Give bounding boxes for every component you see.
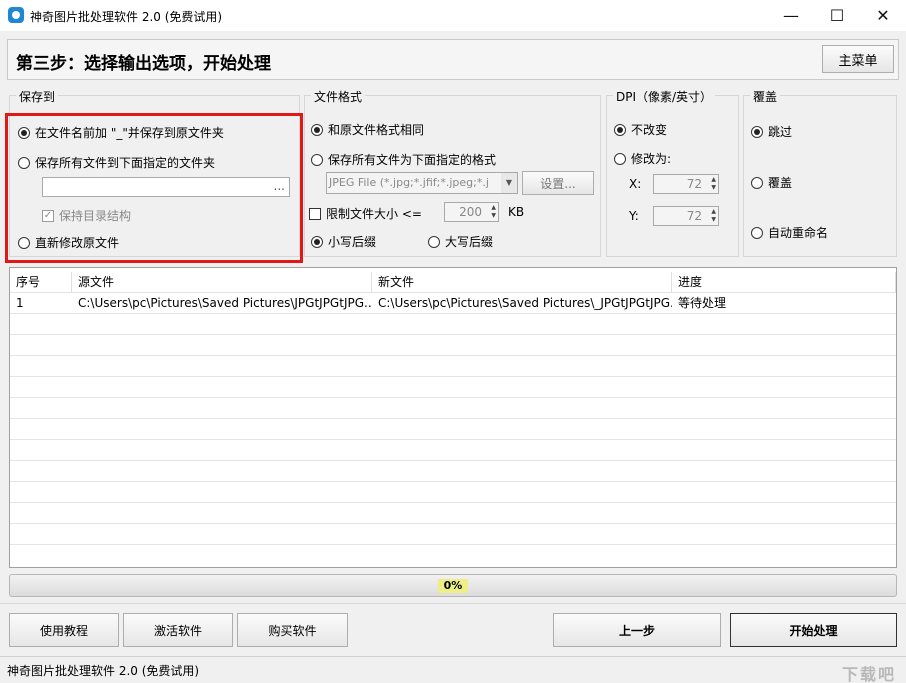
radio-overwrite[interactable]: 覆盖 <box>751 174 792 191</box>
minimize-button[interactable]: — <box>768 0 814 31</box>
check-icon <box>309 207 321 220</box>
radio-icon <box>311 235 323 248</box>
overwrite-label: 覆盖 <box>750 88 781 105</box>
window-title: 神奇图片批处理软件 2.0 (免费试用) <box>30 10 223 24</box>
limit-size-stepper[interactable]: 200 ▲ ▼ <box>444 202 499 222</box>
radio-skip[interactable]: 跳过 <box>751 123 792 140</box>
radio-specified-format[interactable]: 保存所有文件为下面指定的格式 <box>311 151 496 168</box>
app-icon <box>8 7 24 23</box>
radio-icon <box>751 125 763 138</box>
dpi-label: DPI（像素/英寸） <box>613 88 716 105</box>
col-source[interactable]: 源文件 <box>72 272 372 293</box>
radio-lowercase-ext[interactable]: 小写后缀 <box>311 233 376 250</box>
status-text: 神奇图片批处理软件 2.0 (免费试用) <box>7 664 200 678</box>
table-row <box>10 314 896 335</box>
stepper-arrows-icon: ▲ ▼ <box>491 204 496 219</box>
table-row <box>10 335 896 356</box>
radio-uppercase-ext[interactable]: 大写后缀 <box>428 233 493 250</box>
table-row <box>10 398 896 419</box>
tutorial-button[interactable]: 使用教程 <box>9 613 119 647</box>
table-header: 序号 源文件 新文件 进度 <box>10 272 896 293</box>
start-processing-button[interactable]: 开始处理 <box>730 613 897 647</box>
status-bar: 神奇图片批处理软件 2.0 (免费试用) 下载吧 <box>0 656 906 683</box>
table-row <box>10 461 896 482</box>
progress-bar: 0% <box>9 574 897 597</box>
radio-icon <box>751 176 763 189</box>
activate-button[interactable]: 激活软件 <box>123 613 233 647</box>
save-to-label: 保存到 <box>16 88 59 105</box>
table-row <box>10 377 896 398</box>
watermark-logo: 下载吧 <box>841 665 896 683</box>
radio-dpi-change[interactable]: 修改为: <box>614 150 671 167</box>
col-new[interactable]: 新文件 <box>372 272 672 293</box>
table-row <box>10 440 896 461</box>
radio-icon <box>428 235 440 248</box>
page-title: 第三步：选择输出选项，开始处理 <box>16 54 271 74</box>
table-row <box>10 524 896 545</box>
stepper-arrows-icon: ▲ ▼ <box>711 176 716 191</box>
dpi-y-label: Y: <box>629 209 639 223</box>
file-format-label: 文件格式 <box>311 88 366 105</box>
radio-icon <box>614 152 626 165</box>
buy-button[interactable]: 购买软件 <box>237 613 348 647</box>
close-button[interactable]: ✕ <box>860 0 906 31</box>
limit-size-checkbox[interactable]: 限制文件大小 <= <box>309 205 422 222</box>
maximize-button[interactable]: ☐ <box>814 0 860 31</box>
prev-step-button[interactable]: 上一步 <box>553 613 721 647</box>
main-menu-button[interactable]: 主菜单 <box>822 45 894 73</box>
col-index[interactable]: 序号 <box>10 272 72 293</box>
step-header: 第三步：选择输出选项，开始处理 主菜单 <box>7 39 899 80</box>
progress-text: 0% <box>438 579 468 593</box>
table-row <box>10 356 896 377</box>
radio-dpi-keep[interactable]: 不改变 <box>614 121 667 138</box>
dpi-x-stepper[interactable]: 72 ▲ ▼ <box>653 174 719 194</box>
overwrite-group: 覆盖 跳过 覆盖 自动重命名 <box>743 88 897 257</box>
title-bar: 神奇图片批处理软件 2.0 (免费试用) — ☐ ✕ <box>0 0 906 31</box>
format-select[interactable]: JPEG File (*.jpg;*.jfif;*.jpeg;*.j ▼ <box>326 172 518 194</box>
size-unit: KB <box>508 205 525 219</box>
highlight-box <box>5 113 303 263</box>
radio-same-format[interactable]: 和原文件格式相同 <box>311 121 424 138</box>
file-format-group: 文件格式 和原文件格式相同 保存所有文件为下面指定的格式 JPEG File (… <box>304 88 601 257</box>
divider <box>0 603 906 604</box>
chevron-down-icon: ▼ <box>501 173 517 193</box>
radio-icon <box>614 123 626 136</box>
dpi-x-label: X: <box>629 177 642 191</box>
table-row[interactable]: 1 C:\Users\pc\Pictures\Saved Pictures\JP… <box>10 293 896 314</box>
radio-icon <box>311 123 323 136</box>
stepper-arrows-icon: ▲ ▼ <box>711 208 716 223</box>
dpi-group: DPI（像素/英寸） 不改变 修改为: X: 72 ▲ ▼ Y: 72 ▲ ▼ <box>606 88 739 257</box>
col-progress[interactable]: 进度 <box>672 272 896 293</box>
table-row <box>10 419 896 440</box>
dpi-y-stepper[interactable]: 72 ▲ ▼ <box>653 206 719 226</box>
radio-icon <box>751 226 763 239</box>
settings-button[interactable]: 设置... <box>522 171 594 195</box>
table-row <box>10 503 896 524</box>
file-table: 序号 源文件 新文件 进度 1 C:\Users\pc\Pictures\Sav… <box>9 267 897 568</box>
table-row <box>10 482 896 503</box>
radio-icon <box>311 153 323 166</box>
radio-auto-rename[interactable]: 自动重命名 <box>751 224 828 241</box>
